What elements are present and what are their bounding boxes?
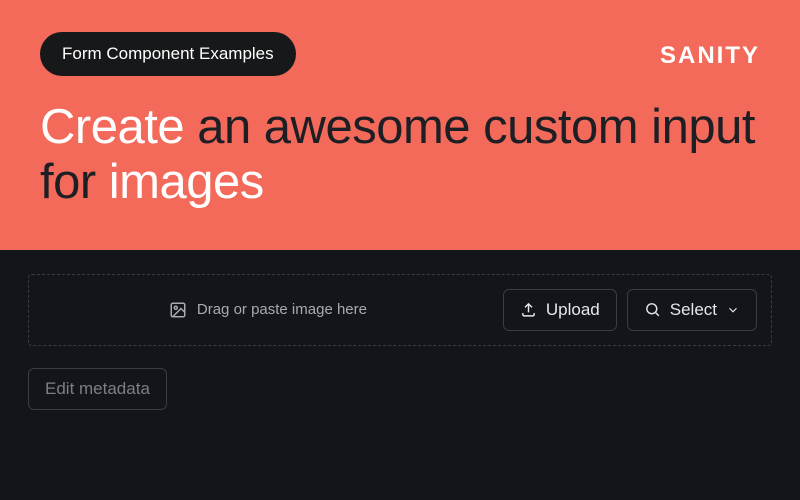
brand-logo: SANITY	[660, 42, 760, 70]
editor-panel: Drag or paste image here Upload	[0, 250, 800, 500]
upload-button[interactable]: Upload	[503, 289, 617, 331]
search-icon	[644, 301, 661, 318]
drop-hint-area: Drag or paste image here	[43, 301, 493, 319]
drop-hint-text: Drag or paste image here	[197, 301, 367, 318]
brand-text: SANITY	[660, 42, 760, 69]
upload-icon	[520, 301, 537, 318]
image-icon	[169, 301, 187, 319]
edit-metadata-label: Edit metadata	[45, 379, 150, 398]
headline-accent-2: images	[109, 155, 264, 209]
page-title: Create an awesome custom input for image…	[40, 100, 760, 210]
select-button[interactable]: Select	[627, 289, 757, 331]
headline-accent-1: Create	[40, 100, 184, 154]
image-dropzone[interactable]: Drag or paste image here Upload	[28, 274, 772, 346]
chevron-down-icon	[726, 303, 740, 317]
select-label: Select	[670, 300, 717, 320]
hero-banner: Form Component Examples SANITY Create an…	[0, 0, 800, 250]
category-pill: Form Component Examples	[40, 32, 296, 76]
upload-label: Upload	[546, 300, 600, 320]
edit-metadata-button[interactable]: Edit metadata	[28, 368, 167, 410]
category-label: Form Component Examples	[62, 44, 274, 63]
